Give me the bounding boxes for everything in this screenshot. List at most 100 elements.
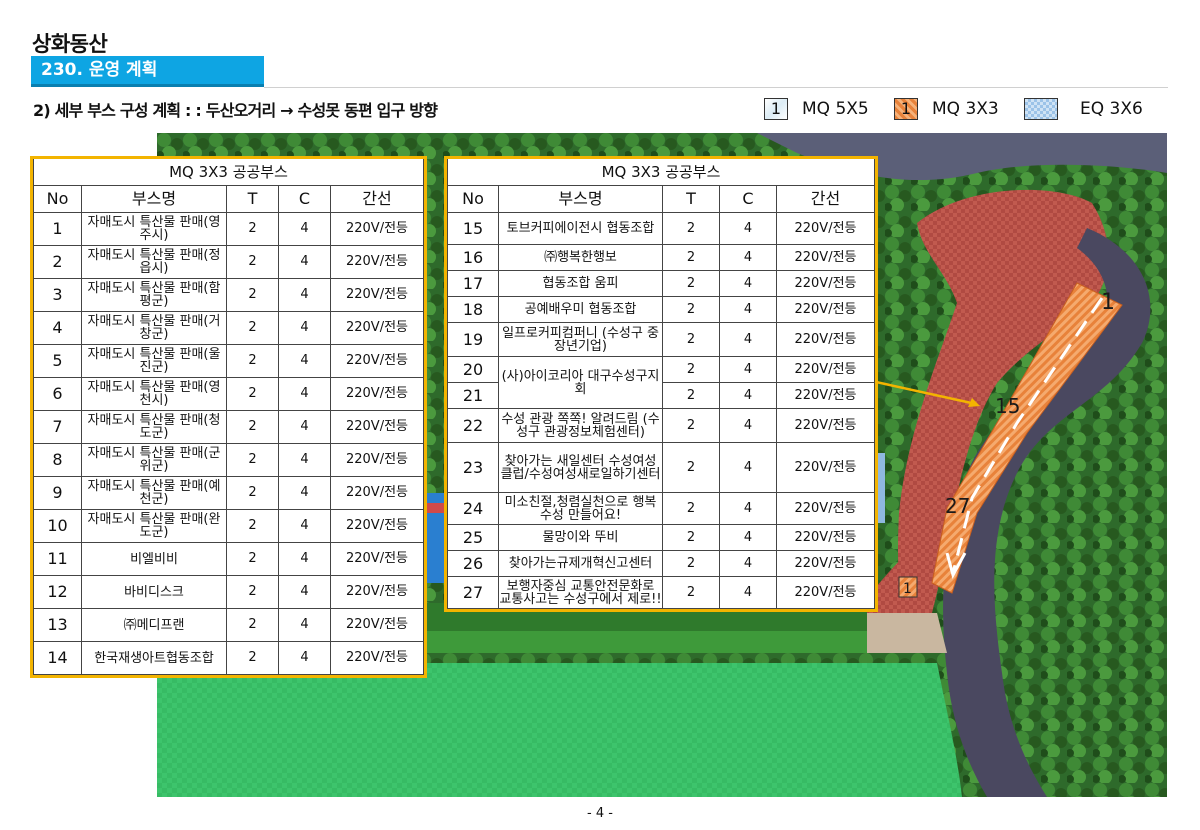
table-row: 8 자매도시 특산물 판매(군위군) 2 4 220V/전등	[33, 443, 424, 477]
power-supply: 220V/전등	[776, 408, 875, 443]
booth-name: (사)아이코리아 대구수성구지회	[498, 356, 663, 409]
booth-name: 바비디스크	[81, 575, 227, 609]
power-supply: 220V/전등	[776, 524, 875, 551]
section-heading: 230. 운영 계획	[31, 56, 264, 84]
table-caption: MQ 3X3 공공부스	[447, 159, 875, 186]
table-row: 27 보행자중심 교통안전문화로 교통사고는 수성구에서 제로!! 2 4 220V/전…	[447, 576, 875, 609]
table-row: 15 토브커피에이전시 협동조합 2 4 220V/전등	[447, 212, 875, 245]
booth-number: 24	[447, 492, 499, 525]
chair-count: 4	[719, 524, 777, 551]
table-row: 7 자매도시 특산물 판매(청도군) 2 4 220V/전등	[33, 410, 424, 444]
walkway	[857, 613, 947, 653]
table-count: 2	[662, 442, 720, 493]
table-count: 2	[226, 509, 279, 543]
booth-name: 물망이와 뚜비	[498, 524, 663, 551]
power-supply: 220V/전등	[776, 492, 875, 525]
table-row: 16 ㈜행복한행보 2 4 220V/전등	[447, 244, 875, 271]
column-header: T	[226, 185, 279, 213]
power-supply: 220V/전등	[330, 575, 424, 609]
booth-number: 17	[447, 270, 499, 297]
power-supply: 220V/전등	[330, 311, 424, 345]
power-supply: 220V/전등	[330, 641, 424, 675]
connector-arrow	[876, 380, 980, 407]
column-header: 부스명	[81, 185, 227, 213]
booth-name: ㈜메디프랜	[81, 608, 227, 642]
chair-count: 4	[278, 608, 331, 642]
column-header: No	[447, 185, 499, 213]
booth-number: 12	[33, 575, 82, 609]
column-header: 간선	[330, 185, 424, 213]
hedge-row	[427, 631, 867, 653]
table-row: 14 한국재생아트협동조합 2 4 220V/전등	[33, 641, 424, 675]
chair-count: 4	[719, 270, 777, 297]
legend-eq-3x6: EQ 3X6	[1024, 97, 1143, 121]
legend-label: EQ 3X6	[1080, 99, 1143, 119]
booth-number: 19	[447, 322, 499, 357]
booth-name: 일프로커피컴퍼니 (수성구 중장년기업)	[498, 322, 663, 357]
table-count: 2	[662, 492, 720, 525]
table-row: 25 물망이와 뚜비 2 4 220V/전등	[447, 524, 875, 551]
chair-count: 4	[719, 442, 777, 493]
booth-name: 미소친절,청렴실천으로 행복수성 만들어요!	[498, 492, 663, 525]
table-count: 2	[226, 542, 279, 576]
booth-number: 1	[33, 212, 82, 246]
booth-name: 토브커피에이전시 협동조합	[498, 212, 663, 245]
power-supply: 220V/전등	[330, 410, 424, 444]
column-header: C	[278, 185, 331, 213]
table-row: 18 공예배우미 협동조합 2 4 220V/전등	[447, 296, 875, 323]
power-supply: 220V/전등	[776, 322, 875, 357]
booth-name: 보행자중심 교통안전문화로 교통사고는 수성구에서 제로!!	[498, 576, 663, 609]
booth-number: 11	[33, 542, 82, 576]
table-count: 2	[226, 410, 279, 444]
table-count: 2	[226, 245, 279, 279]
chair-count: 4	[278, 476, 331, 510]
booth-number: 27	[447, 576, 499, 609]
table-row: 12 바비디스크 2 4 220V/전등	[33, 575, 424, 609]
booth-name: 자매도시 특산물 판매(거창군)	[81, 311, 227, 345]
power-supply: 220V/전등	[776, 576, 875, 609]
power-supply: 220V/전등	[776, 442, 875, 493]
chair-count: 4	[719, 492, 777, 525]
booth-name: 수성 관광 쪽쪽! 알려드림 (수성구 관광정보체험센터)	[498, 408, 663, 443]
booth-name: ㈜행복한행보	[498, 244, 663, 271]
table-row: 3 자매도시 특산물 판매(함평군) 2 4 220V/전등	[33, 278, 424, 312]
table-count: 2	[662, 576, 720, 609]
column-header: C	[719, 185, 777, 213]
booth-label-end: 27	[945, 494, 970, 518]
booth-name: 자매도시 특산물 판매(정읍시)	[81, 245, 227, 279]
table-row: 2 자매도시 특산물 판매(정읍시) 2 4 220V/전등	[33, 245, 424, 279]
power-supply: 220V/전등	[776, 550, 875, 577]
section-underline	[31, 84, 264, 87]
table-count: 2	[662, 550, 720, 577]
chair-count: 4	[278, 278, 331, 312]
chair-count: 4	[278, 344, 331, 378]
lawn	[157, 663, 962, 797]
table-count: 2	[662, 270, 720, 297]
table-row: 6 자매도시 특산물 판매(영천시) 2 4 220V/전등	[33, 377, 424, 411]
chair-count: 4	[278, 509, 331, 543]
table-row: 19 일프로커피컴퍼니 (수성구 중장년기업) 2 4 220V/전등	[447, 322, 875, 357]
booth-number: 14	[33, 641, 82, 675]
booth-name: 협동조합 움피	[498, 270, 663, 297]
table-count: 2	[662, 356, 720, 383]
booth-name: 자매도시 특산물 판매(청도군)	[81, 410, 227, 444]
table-count: 2	[226, 344, 279, 378]
booth-number: 21	[447, 382, 499, 409]
mq-5x5-swatch: 1	[764, 98, 788, 120]
table-count: 2	[226, 476, 279, 510]
chair-count: 4	[719, 244, 777, 271]
table-count: 2	[662, 382, 720, 409]
table-count: 2	[662, 244, 720, 271]
legend-label: MQ 3X3	[932, 99, 999, 119]
booth-name: 자매도시 특산물 판매(함평군)	[81, 278, 227, 312]
booth-number: 18	[447, 296, 499, 323]
booth-number: 16	[447, 244, 499, 271]
booth-number: 5	[33, 344, 82, 378]
page-title: 상화동산	[32, 32, 108, 56]
chair-count: 4	[278, 377, 331, 411]
table-body: 15 토브커피에이전시 협동조합 2 4 220V/전등 16 ㈜행복한행보 2 4 220V/전…	[447, 212, 875, 609]
booth-name: 한국재생아트협동조합	[81, 641, 227, 675]
booth-number: 22	[447, 408, 499, 443]
power-supply: 220V/전등	[776, 212, 875, 245]
booth-name: 자매도시 특산물 판매(영천시)	[81, 377, 227, 411]
